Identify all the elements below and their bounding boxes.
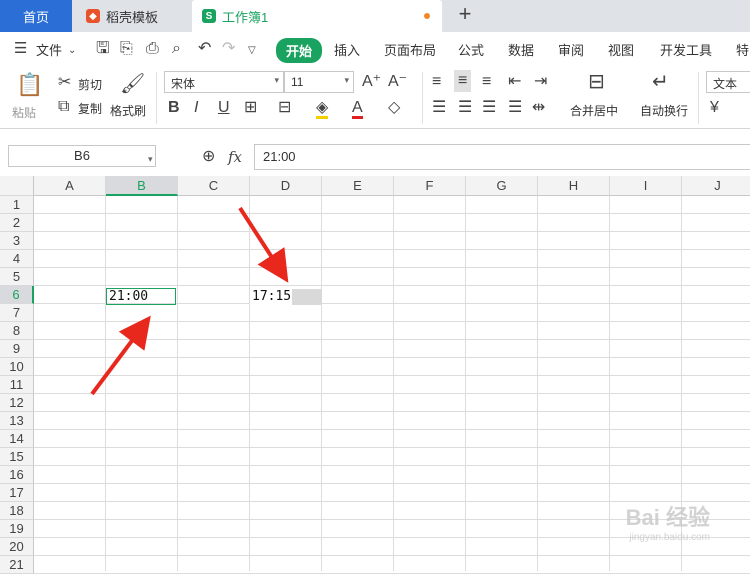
distribute-icon[interactable]: ⇹: [532, 100, 545, 116]
increase-font-icon[interactable]: A⁺: [362, 74, 381, 90]
hamburger-icon: ☰: [14, 40, 28, 57]
font-name-select[interactable]: 宋体 ▾: [164, 71, 284, 93]
spreadsheet-grid: ABCDEFGHIJ 1 2 3 4 5 6 7 8 9 10 11 12 13 14 15 16 17 18 19…: [0, 176, 750, 574]
name-box[interactable]: B6: [8, 145, 156, 167]
formula-bar: B6 ▾ ⊕ fx 21:00: [0, 140, 750, 174]
chevron-down-icon[interactable]: ▾: [148, 151, 153, 167]
font-size-select[interactable]: 11 ▾: [284, 71, 354, 93]
zoom-icon[interactable]: ⊕: [202, 149, 215, 165]
print-icon[interactable]: ⎙: [146, 41, 159, 57]
menu-view[interactable]: 视图: [608, 40, 634, 59]
merge-center-label[interactable]: 合并居中: [570, 102, 618, 119]
fill-color-icon[interactable]: ◈: [316, 100, 329, 119]
tab-home[interactable]: 首页: [0, 0, 72, 32]
number-format-select[interactable]: 文本: [706, 71, 750, 93]
merge-center-icon[interactable]: ⊟: [588, 72, 605, 92]
paste-icon[interactable]: 📋: [16, 74, 43, 96]
number-format-value: 文本: [713, 77, 738, 91]
save-icon[interactable]: 🖫: [96, 41, 110, 57]
italic-icon[interactable]: I: [194, 100, 198, 116]
watermark-logo: Bai 经验 jingyan.baidu.com: [626, 500, 710, 543]
menu-insert[interactable]: 插入: [334, 40, 360, 59]
unsaved-indicator: [424, 13, 430, 19]
ribbon-divider: [156, 72, 157, 124]
ribbon-divider: [698, 72, 699, 124]
watermark-brand: Bai 经验: [625, 505, 710, 530]
copy-icon[interactable]: ⧉: [58, 99, 69, 115]
scissors-icon[interactable]: ✂: [58, 75, 71, 91]
docer-icon: ◆: [86, 9, 100, 23]
print-preview-icon[interactable]: ⌕: [172, 41, 181, 57]
chevron-down-icon: ▾: [274, 75, 279, 85]
menu-data[interactable]: 数据: [508, 40, 534, 59]
paste-label[interactable]: 粘贴: [12, 104, 36, 121]
wrap-text-label[interactable]: 自动换行: [640, 102, 688, 119]
align-top-icon[interactable]: ≡: [432, 74, 441, 90]
tab-home-label: 首页: [22, 9, 49, 25]
menu-developer[interactable]: 开发工具: [660, 40, 712, 59]
font-color-icon[interactable]: A: [352, 100, 363, 119]
chevron-down-icon: ▾: [344, 75, 349, 85]
redo-icon[interactable]: ↷: [222, 41, 235, 57]
justify-icon[interactable]: ☰: [508, 100, 522, 116]
undo-icon[interactable]: ↶: [198, 41, 211, 57]
align-middle-icon[interactable]: ≡: [454, 70, 472, 92]
ribbon: 📋 粘贴 ✂ 剪切 ⧉ 复制 🖌 格式刷 宋体 ▾ 11 ▾ A⁺ A⁻ B I…: [0, 66, 750, 129]
more-chevron-icon[interactable]: ▽: [248, 43, 256, 59]
tab-template-label: 稻壳模板: [106, 9, 159, 25]
menu-formula[interactable]: 公式: [458, 40, 484, 59]
spreadsheet-icon: S: [202, 9, 216, 23]
new-tab-button[interactable]: +: [454, 3, 476, 26]
clear-format-icon[interactable]: ◇: [388, 100, 400, 116]
align-right-icon[interactable]: ☰: [482, 100, 496, 116]
align-center-icon[interactable]: ☰: [458, 100, 472, 116]
chevron-down-icon[interactable]: ⌄: [68, 43, 76, 59]
formula-input[interactable]: 21:00: [254, 144, 750, 170]
arrow-to-b6: [90, 315, 151, 396]
indent-decrease-icon[interactable]: ⇤: [508, 74, 521, 90]
menu-file[interactable]: 文件: [36, 40, 62, 59]
tab-workbook[interactable]: S 工作簿1: [192, 0, 442, 32]
tab-workbook-label: 工作簿1: [222, 9, 269, 25]
tab-template[interactable]: ◆ 稻壳模板: [74, 0, 188, 32]
bold-icon[interactable]: B: [168, 100, 180, 116]
format-painter-icon[interactable]: 🖌: [120, 74, 145, 94]
format-painter-label[interactable]: 格式刷: [110, 102, 146, 119]
align-left-icon[interactable]: ☰: [432, 100, 446, 116]
watermark-url: jingyan.baidu.com: [629, 532, 710, 543]
font-size-value: 11: [291, 75, 304, 89]
menu-review[interactable]: 审阅: [558, 40, 584, 59]
underline-icon[interactable]: U: [218, 100, 230, 116]
menu-page-layout[interactable]: 页面布局: [384, 40, 436, 59]
tab-bar: 首页 ◆ 稻壳模板 S 工作簿1 +: [0, 0, 750, 32]
wrap-text-icon[interactable]: ↵: [652, 72, 669, 92]
font-name-value: 宋体: [171, 77, 196, 91]
cell-style-icon[interactable]: ⊟: [278, 100, 291, 116]
align-bottom-icon[interactable]: ≡: [482, 74, 491, 90]
ribbon-divider: [422, 72, 423, 124]
cut-label[interactable]: 剪切: [78, 76, 102, 93]
fx-icon[interactable]: fx: [228, 149, 242, 165]
decrease-font-icon[interactable]: A⁻: [388, 74, 407, 90]
border-icon[interactable]: ⊞: [244, 100, 257, 116]
export-icon[interactable]: ⎘: [120, 41, 133, 57]
menu-special[interactable]: 特: [736, 40, 749, 59]
arrow-to-d6: [238, 206, 289, 283]
copy-label[interactable]: 复制: [78, 100, 102, 117]
currency-icon[interactable]: ¥: [710, 100, 719, 116]
indent-increase-icon[interactable]: ⇥: [534, 74, 547, 90]
menu-start[interactable]: 开始: [276, 38, 323, 63]
menu-bar: ☰ 文件 ⌄ 🖫 ⎘ ⎙ ⌕ ↶ ↷ ▽ 开始 插入 页面布局 公式 数据 审阅…: [0, 32, 750, 66]
